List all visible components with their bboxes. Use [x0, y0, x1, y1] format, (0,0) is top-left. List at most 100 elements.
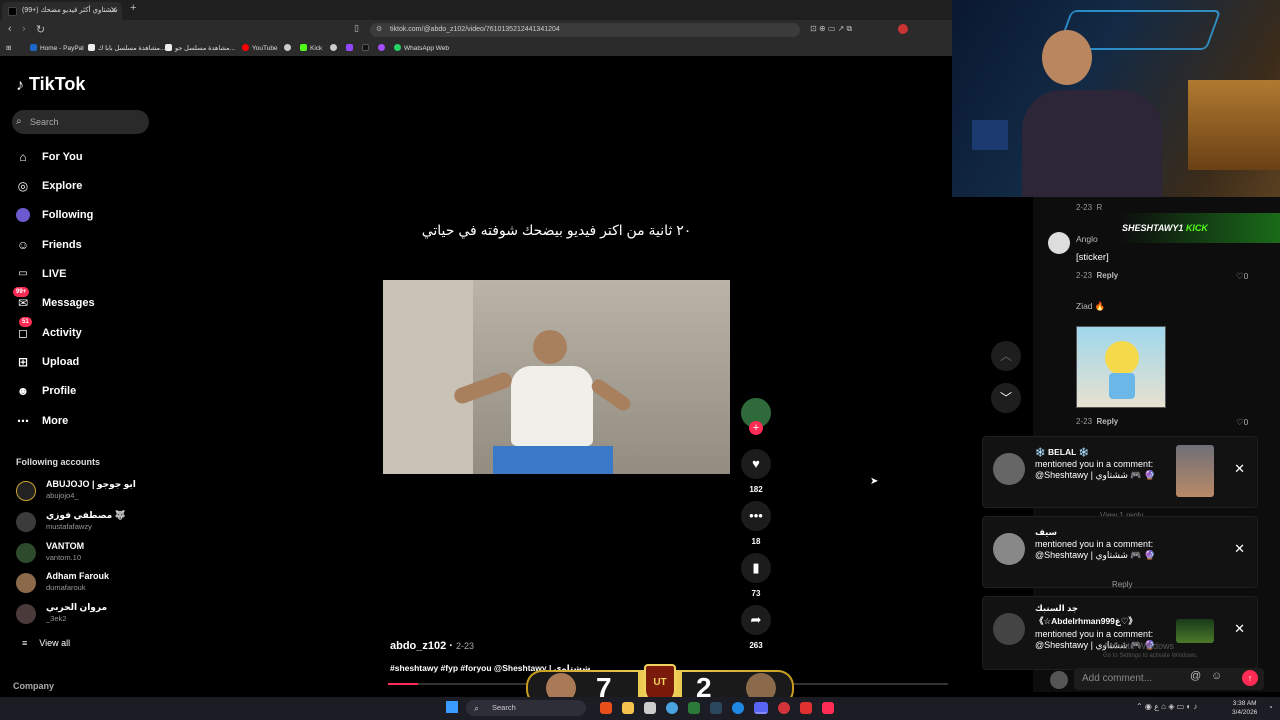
video-person-head — [533, 330, 567, 364]
taskbar-app-icon[interactable] — [666, 702, 678, 714]
nav-for-you[interactable]: ⌂ For You — [16, 147, 82, 167]
taskbar-search[interactable]: ⌕ Search — [466, 700, 586, 716]
bookmark-star-icon[interactable]: ▯ — [354, 23, 359, 34]
friends-icon: ☺ — [16, 238, 30, 252]
follow-plus-icon[interactable]: + — [749, 421, 763, 435]
back-icon[interactable]: ‹ — [8, 23, 12, 35]
bookmark-paypal[interactable]: Home - PayPal — [30, 44, 84, 52]
like-button[interactable]: ♥ 182 — [740, 449, 772, 494]
chevron-down-icon: ﹀ — [999, 391, 1012, 405]
nav-upload[interactable]: ⊞ Upload — [16, 352, 79, 372]
mention-notification[interactable]: ❄️ BELAL ❄️ mentioned you in a comment: … — [982, 436, 1258, 508]
comment-like-button[interactable]: ♡0 — [1236, 271, 1248, 282]
bookmark-kick[interactable]: Kick — [300, 44, 322, 52]
kick-icon — [300, 44, 307, 51]
nav-live[interactable]: ▭ LIVE — [16, 264, 66, 284]
url-field[interactable]: ⚙ tiktok.com/@abdo_z102/video/7610135212… — [370, 23, 800, 37]
taskbar-app-icon[interactable] — [800, 702, 812, 714]
send-button[interactable]: ↑ — [1242, 670, 1258, 686]
taskbar-app-icon[interactable] — [600, 702, 612, 714]
more-icon: ⋯ — [17, 414, 29, 428]
tiktok-app-icon[interactable] — [822, 702, 834, 714]
reply-button[interactable]: Reply — [1096, 417, 1118, 426]
mention-notification[interactable]: سيف mentioned you in a comment: @Sheshta… — [982, 516, 1258, 588]
extensions-icon[interactable]: ⊡ ⊕ ▭ ↗ ⧉ — [810, 24, 852, 34]
whatsapp-icon — [394, 44, 401, 51]
tiktok-note-icon: ♪ — [16, 77, 24, 94]
comment-author[interactable]: Ziad 🔥 — [1076, 301, 1105, 312]
comment-input[interactable]: Add comment... — [1074, 668, 1264, 690]
video-player[interactable] — [383, 280, 730, 474]
edge-icon[interactable] — [732, 702, 744, 714]
close-icon[interactable]: ✕ — [1234, 461, 1245, 477]
share-button[interactable]: ➦ 263 — [740, 605, 772, 650]
nav-following[interactable]: Following — [16, 205, 93, 225]
close-icon[interactable]: ✕ — [1234, 541, 1245, 557]
comment-button[interactable]: ••• 18 — [740, 501, 772, 546]
avatar[interactable] — [1048, 232, 1070, 254]
emoji-icon[interactable]: ☺ — [1211, 670, 1222, 682]
reply-button[interactable]: Reply — [1112, 580, 1132, 589]
profile-badge-icon[interactable] — [898, 24, 908, 34]
video-person-body — [511, 366, 593, 446]
nav-profile[interactable]: ☻ Profile — [16, 381, 77, 401]
share-icon: ➦ — [741, 605, 771, 635]
notification-bell-icon[interactable]: ◔ — [1268, 703, 1273, 712]
apps-grid-icon[interactable]: ⊞ — [6, 44, 11, 52]
comment-like-button[interactable]: ♡0 — [1236, 417, 1248, 428]
tiktok-favicon-icon — [8, 7, 17, 16]
bookmark-extra-1[interactable] — [284, 44, 294, 52]
taskbar-app-icon[interactable] — [622, 702, 634, 714]
tiktok-logo[interactable]: ♪ TikTok — [16, 74, 85, 95]
discord-icon[interactable] — [754, 702, 768, 714]
bookmark-extra-4[interactable] — [378, 44, 388, 52]
youtube-icon — [242, 44, 249, 51]
reply-button[interactable]: Reply — [1096, 271, 1118, 280]
save-button[interactable]: ▮ 73 — [740, 553, 772, 598]
bookmark-extra-2[interactable] — [330, 44, 340, 52]
close-icon[interactable]: ✕ — [1234, 621, 1245, 637]
windows-start-icon[interactable] — [446, 701, 458, 713]
heart-outline-icon: ♡ — [1236, 417, 1244, 427]
taskbar-clock[interactable]: 3:38 AM 3/4/2026 — [1232, 699, 1257, 717]
steam-icon[interactable] — [710, 702, 722, 714]
send-arrow-icon: ↑ — [1247, 673, 1253, 683]
page-icon — [165, 44, 172, 51]
taskbar-app-icon[interactable] — [644, 702, 656, 714]
forward-icon[interactable]: › — [22, 23, 26, 35]
mention-icon[interactable]: @ — [1190, 670, 1201, 682]
close-tab-icon[interactable]: ✕ — [110, 5, 118, 16]
nav-friends[interactable]: ☺ Friends — [16, 235, 82, 255]
taskbar-app-icon[interactable] — [778, 702, 790, 714]
avatar — [993, 453, 1025, 485]
previous-video-button[interactable]: ︿ — [991, 341, 1021, 371]
nav-more[interactable]: ⋯ More — [16, 411, 68, 431]
nav-activity[interactable]: ◻ 51 Activity — [16, 317, 82, 343]
creator-avatar[interactable]: + — [740, 398, 772, 435]
taskbar-app-icon[interactable] — [688, 702, 700, 714]
compass-icon: ◎ — [17, 179, 29, 193]
nav-messages[interactable]: ✉ 99+ Messages — [13, 287, 95, 313]
company-link[interactable]: Company — [13, 681, 54, 691]
new-tab-icon[interactable]: + — [130, 2, 136, 14]
search-input[interactable]: ⌕ Search — [12, 110, 149, 134]
video-author[interactable]: abdo_z102 · 2-23 — [390, 640, 474, 652]
bookmark-youtube[interactable]: YouTube — [242, 44, 278, 52]
sticker-character-head — [1105, 341, 1139, 375]
next-video-button[interactable]: ﹀ — [991, 383, 1021, 413]
chevron-up-icon: ︿ — [999, 349, 1012, 363]
bookmark-whatsapp[interactable]: WhatsApp Web — [394, 44, 449, 52]
windows-activation-watermark: Go to Settings to activate Windows. — [1103, 653, 1198, 659]
view-all-link[interactable]: ≡ View all — [22, 638, 70, 648]
bookmark-tiktok[interactable] — [362, 44, 372, 52]
bookmark-series-1[interactable]: مشاهدة مسلسل بابا ك... — [88, 44, 165, 52]
bookmark-extra-3[interactable] — [346, 44, 356, 52]
bookmark-series-2[interactable]: مشاهدة مسلسل جو... — [165, 44, 235, 52]
comment-author[interactable]: Anglo — [1076, 234, 1098, 244]
nav-explore[interactable]: ◎ Explore — [16, 176, 83, 196]
system-tray-icons[interactable]: ⌃ ◉ ع ⌂ ◈ ▭ ◐ ♪ — [1136, 702, 1197, 711]
browser-tab[interactable]: (99+) ششتاوي أكثر فيديو مضحك — [2, 2, 122, 20]
reload-icon[interactable]: ↻ — [36, 23, 45, 36]
video-wall — [383, 280, 473, 474]
site-info-icon[interactable]: ⚙ — [376, 23, 382, 37]
